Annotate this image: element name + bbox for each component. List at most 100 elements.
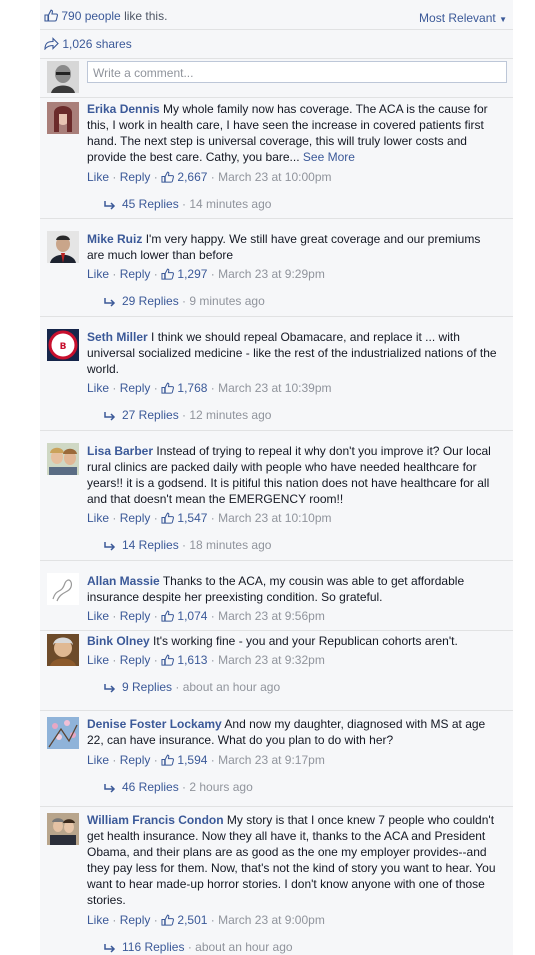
replies-time: 14 minutes ago [189, 197, 272, 211]
replies-link[interactable]: 9 Replies [122, 680, 172, 694]
comment-author[interactable]: Seth Miller [87, 330, 148, 344]
comment-likes[interactable]: 2,501 [161, 913, 207, 927]
current-user-avatar[interactable] [47, 61, 79, 93]
separator: · [178, 538, 190, 552]
avatar-image [47, 443, 79, 475]
reply-link[interactable]: Reply [120, 609, 151, 623]
commenter-avatar[interactable] [47, 573, 79, 605]
comment-likes[interactable]: 1,297 [161, 267, 207, 281]
avatar-image [47, 61, 79, 93]
separator: · [207, 609, 219, 623]
replies-link[interactable]: 45 Replies [122, 197, 179, 211]
comment-actions: Like · Reply · 1,074 · March 23 at 9:56p… [87, 609, 325, 623]
commenter-avatar[interactable] [47, 443, 79, 475]
reply-arrow-icon [104, 944, 116, 953]
separator: · [109, 753, 120, 767]
comment-timestamp[interactable]: March 23 at 9:00pm [218, 913, 325, 927]
comment-author[interactable]: Mike Ruiz [87, 232, 142, 246]
reply-link[interactable]: Reply [120, 381, 151, 395]
replies-time: 18 minutes ago [189, 538, 272, 552]
like-link[interactable]: Like [87, 511, 109, 525]
comment-likes[interactable]: 1,768 [161, 381, 207, 395]
comment-timestamp[interactable]: March 23 at 9:32pm [218, 653, 325, 667]
comment-input[interactable]: Write a comment... [87, 61, 507, 83]
comment-author[interactable]: Erika Dennis [87, 102, 160, 116]
comment-likes[interactable]: 2,667 [161, 170, 207, 184]
thumbs-up-icon [44, 9, 58, 22]
reply-link[interactable]: Reply [120, 511, 151, 525]
comment-timestamp[interactable]: March 23 at 10:10pm [218, 511, 331, 525]
comment-timestamp[interactable]: March 23 at 10:00pm [218, 170, 331, 184]
reply-link[interactable]: Reply [120, 267, 151, 281]
like-link[interactable]: Like [87, 381, 109, 395]
replies-row[interactable]: 116 Replies · about an hour ago [104, 940, 293, 954]
commenter-avatar[interactable] [47, 102, 79, 134]
avatar-image [47, 231, 79, 263]
like-link[interactable]: Like [87, 170, 109, 184]
separator: · [109, 653, 120, 667]
reply-link[interactable]: Reply [120, 753, 151, 767]
comment-timestamp[interactable]: March 23 at 10:39pm [218, 381, 331, 395]
replies-link[interactable]: 46 Replies [122, 780, 179, 794]
comment-author[interactable]: William Francis Condon [87, 813, 224, 827]
replies-row[interactable]: 46 Replies · 2 hours ago [104, 780, 253, 794]
like-link[interactable]: Like [87, 913, 109, 927]
replies-row[interactable]: 45 Replies · 14 minutes ago [104, 197, 271, 211]
separator: · [178, 294, 190, 308]
separator: · [150, 609, 162, 623]
like-link[interactable]: Like [87, 267, 109, 281]
like-count: 1,594 [177, 753, 208, 767]
replies-time: about an hour ago [195, 940, 293, 954]
replies-link[interactable]: 27 Replies [122, 408, 179, 422]
like-link[interactable]: Like [87, 653, 109, 667]
commenter-avatar[interactable] [47, 231, 79, 263]
reply-link[interactable]: Reply [120, 653, 151, 667]
commenter-avatar[interactable] [47, 634, 79, 666]
shares-count[interactable]: 1,026 shares [62, 37, 131, 51]
likes-summary[interactable]: 790 people like this. [44, 9, 167, 23]
reply-link[interactable]: Reply [120, 913, 151, 927]
comment-likes[interactable]: 1,074 [161, 609, 207, 623]
separator: · [109, 170, 120, 184]
replies-link[interactable]: 29 Replies [122, 294, 179, 308]
commenter-avatar[interactable] [47, 717, 79, 749]
like-count: 2,501 [177, 913, 208, 927]
replies-row[interactable]: 14 Replies · 18 minutes ago [104, 538, 271, 552]
comment-timestamp[interactable]: March 23 at 9:17pm [218, 753, 325, 767]
comment-item: William Francis Condon My story is that … [40, 806, 513, 955]
replies-link[interactable]: 116 Replies [122, 940, 184, 954]
commenter-avatar[interactable]: B [47, 329, 79, 361]
comment-text: It's working fine - you and your Republi… [153, 634, 458, 648]
comment-author[interactable]: Allan Massie [87, 574, 160, 588]
comment-author[interactable]: Bink Olney [87, 634, 150, 648]
see-more-link[interactable]: See More [303, 150, 355, 164]
comment-timestamp[interactable]: March 23 at 9:56pm [218, 609, 325, 623]
caret-down-icon: ▼ [499, 15, 507, 24]
replies-link[interactable]: 14 Replies [122, 538, 179, 552]
separator: · [109, 511, 120, 525]
comment-author[interactable]: Lisa Barber [87, 444, 153, 458]
like-link[interactable]: Like [87, 609, 109, 623]
commenter-avatar[interactable] [47, 813, 79, 845]
comment-timestamp[interactable]: March 23 at 9:29pm [218, 267, 325, 281]
comment-item: Mike Ruiz I'm very happy. We still have … [40, 218, 513, 316]
avatar-image [47, 634, 79, 666]
likes-count[interactable]: 790 people [61, 9, 120, 23]
shares-link[interactable]: 1,026 shares [44, 37, 132, 51]
comment-likes[interactable]: 1,594 [161, 753, 207, 767]
separator: · [207, 381, 219, 395]
comment-body: Allan Massie Thanks to the ACA, my cousi… [87, 573, 501, 605]
sort-dropdown[interactable]: Most Relevant ▼ [419, 11, 507, 25]
replies-row[interactable]: 9 Replies · about an hour ago [104, 680, 280, 694]
thumbs-up-icon [161, 268, 175, 280]
replies-row[interactable]: 27 Replies · 12 minutes ago [104, 408, 271, 422]
replies-row[interactable]: 29 Replies · 9 minutes ago [104, 294, 265, 308]
reply-link[interactable]: Reply [120, 170, 151, 184]
avatar-image [47, 717, 79, 749]
comment-likes[interactable]: 1,547 [161, 511, 207, 525]
comment-likes[interactable]: 1,613 [161, 653, 207, 667]
comment-actions: Like · Reply · 1,594 · March 23 at 9:17p… [87, 753, 325, 767]
comment-author[interactable]: Denise Foster Lockamy [87, 717, 222, 731]
like-link[interactable]: Like [87, 753, 109, 767]
reply-arrow-icon [104, 542, 116, 551]
